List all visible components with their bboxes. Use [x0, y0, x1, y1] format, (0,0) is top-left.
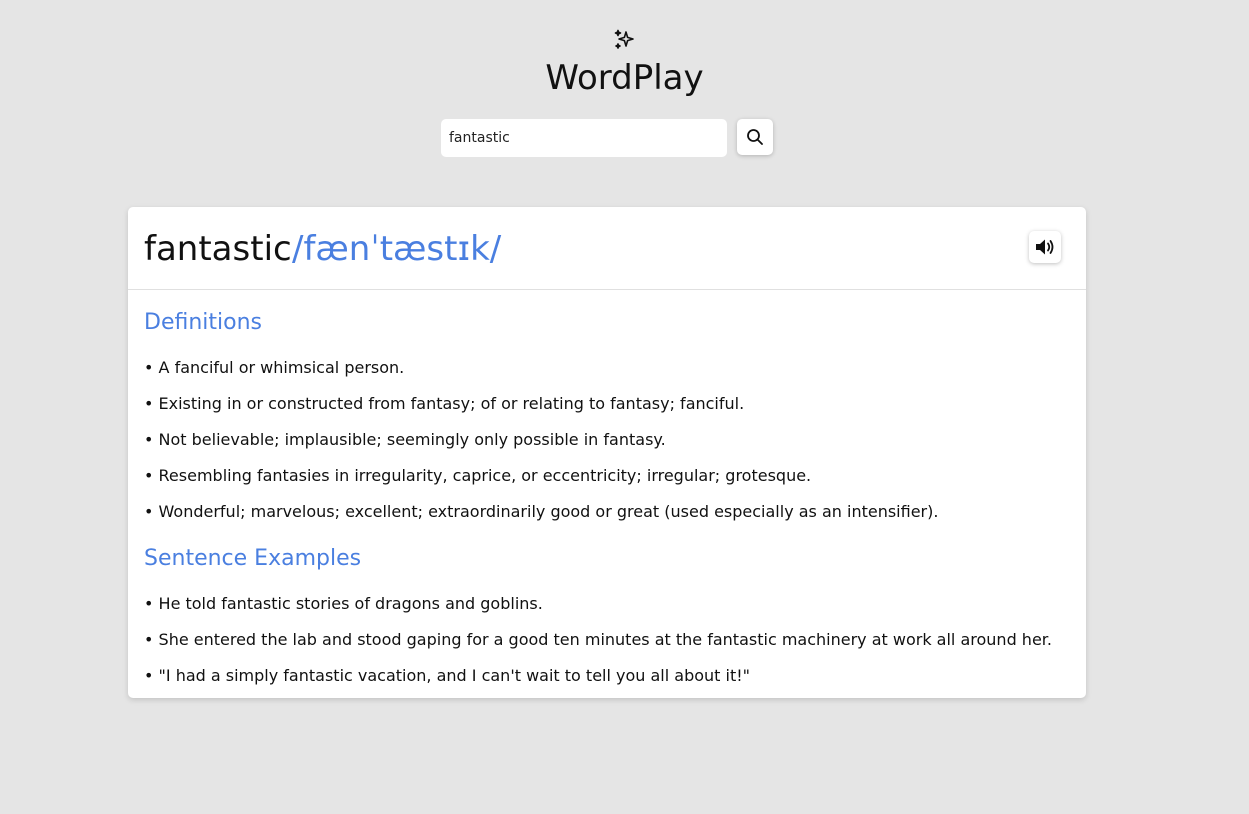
examples-heading: Sentence Examples [144, 546, 362, 571]
speaker-icon [1034, 237, 1056, 257]
example-item: She entered the lab and stood gaping for… [144, 628, 1052, 652]
play-pronunciation-button[interactable] [1029, 231, 1061, 263]
phonetic-text: /fænˈtæstɪk/ [292, 229, 502, 269]
sparkles-icon [613, 28, 637, 52]
word-title: fantastic [144, 229, 292, 269]
app-header: WordPlay [0, 28, 1249, 100]
word-header: fantastic /fænˈtæstɪk/ [128, 207, 1086, 290]
search-button[interactable] [737, 119, 773, 155]
search-icon [746, 128, 764, 146]
examples-list: He told fantastic stories of dragons and… [144, 592, 1052, 700]
definition-item: A fanciful or whimsical person. [144, 356, 938, 380]
app-title: WordPlay [545, 58, 704, 98]
search-input[interactable] [441, 119, 727, 157]
definition-item: Wonderful; marvelous; excellent; extraor… [144, 500, 939, 524]
example-item: "I had a simply fantastic vacation, and … [144, 664, 1052, 688]
definitions-heading: Definitions [144, 310, 262, 335]
definition-item: Existing in or constructed from fantasy;… [144, 392, 938, 416]
definition-item: Not believable; implausible; seemingly o… [144, 428, 938, 452]
definitions-list: A fanciful or whimsical person. Existing… [144, 356, 939, 536]
example-item: He told fantastic stories of dragons and… [144, 592, 1052, 616]
word-result-card: fantastic /fænˈtæstɪk/ Definitions A fan… [128, 207, 1086, 698]
definition-item: Resembling fantasies in irregularity, ca… [144, 464, 938, 488]
search-bar [441, 119, 773, 157]
